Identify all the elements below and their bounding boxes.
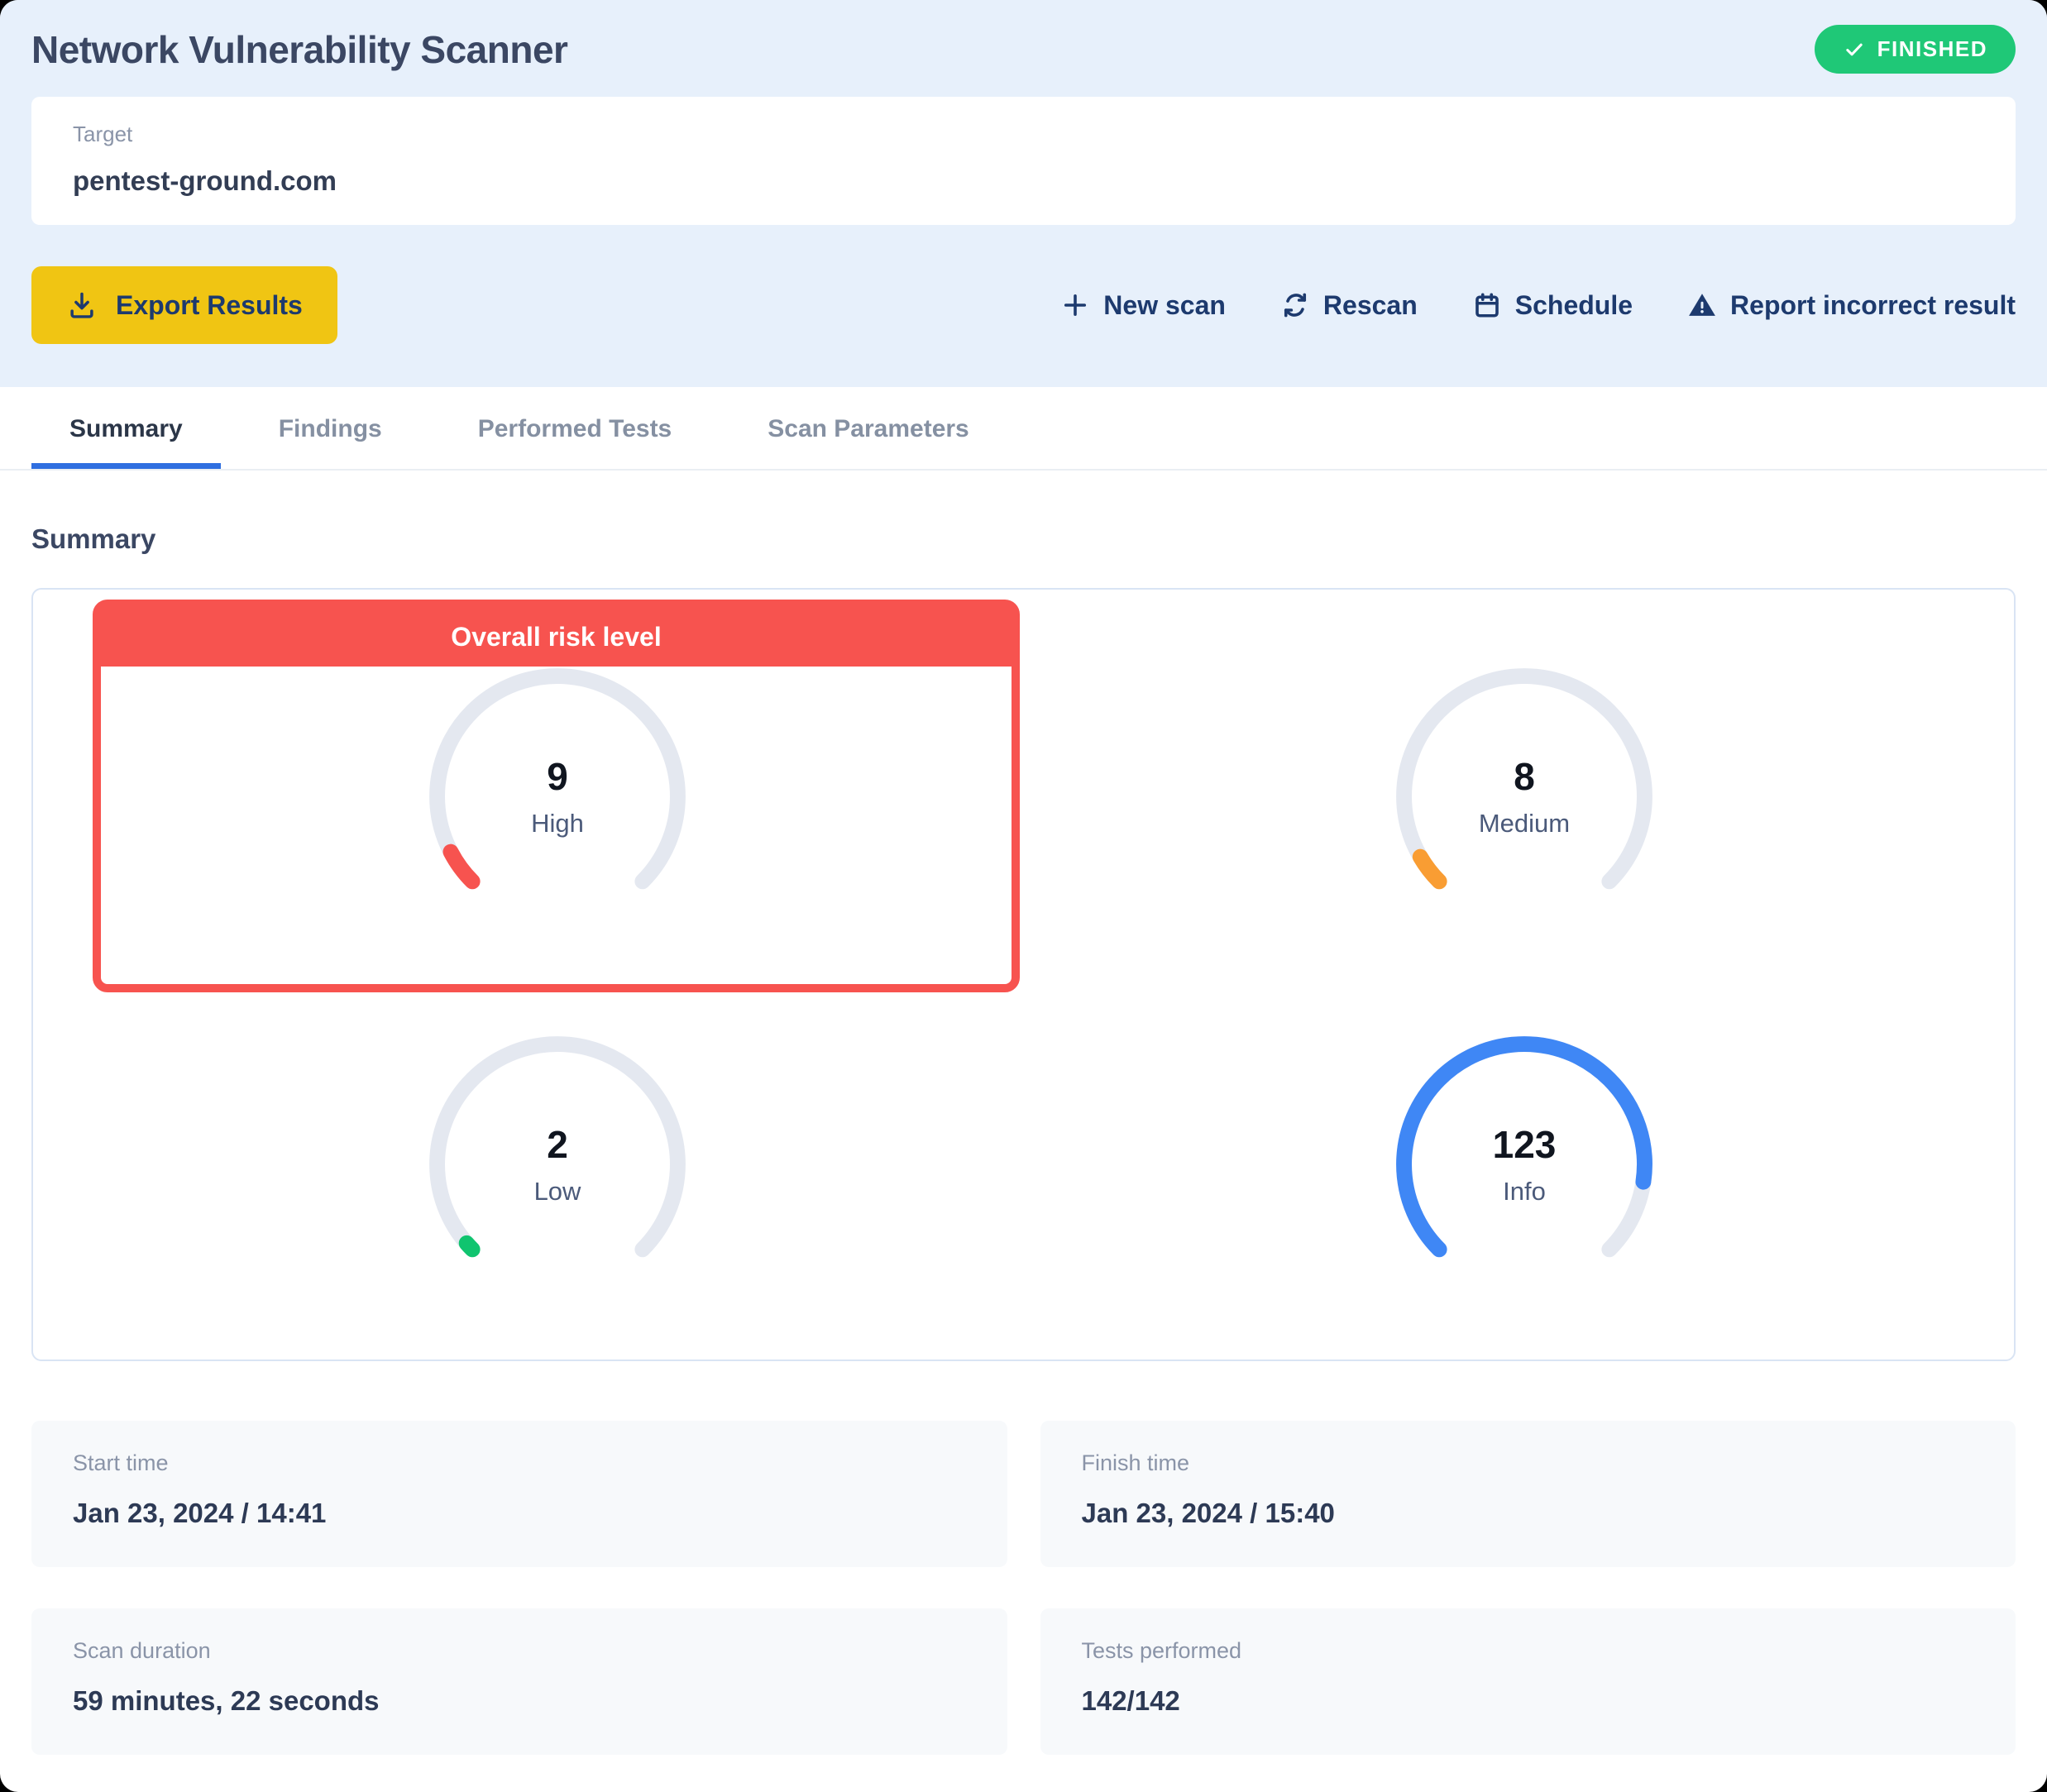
tab-performed-tests[interactable]: Performed Tests — [440, 387, 710, 469]
scan-duration-label: Scan duration — [73, 1638, 966, 1664]
report-incorrect-result-label: Report incorrect result — [1730, 290, 2016, 321]
overall-risk-title: Overall risk level — [100, 607, 1012, 667]
calendar-icon — [1472, 290, 1502, 320]
finish-time-card: Finish time Jan 23, 2024 / 15:40 — [1040, 1421, 2016, 1567]
export-results-button[interactable]: Export Results — [31, 266, 337, 344]
tab-bar: Summary Findings Performed Tests Scan Pa… — [0, 387, 2047, 471]
low-count: 2 — [547, 1122, 568, 1167]
plus-icon — [1060, 290, 1090, 320]
low-label: Low — [534, 1177, 581, 1207]
export-results-label: Export Results — [116, 290, 303, 321]
download-icon — [66, 289, 98, 321]
gauge-high: 9 High — [425, 664, 690, 929]
scan-duration-card: Scan duration 59 minutes, 22 seconds — [31, 1608, 1007, 1755]
status-badge: FINISHED — [1815, 25, 2016, 74]
summary-heading: Summary — [31, 523, 2016, 555]
schedule-label: Schedule — [1515, 290, 1633, 321]
header-section: Network Vulnerability Scanner FINISHED T… — [0, 0, 2047, 387]
finish-time-label: Finish time — [1082, 1450, 1975, 1476]
medium-count: 8 — [1514, 754, 1535, 799]
start-time-value: Jan 23, 2024 / 14:41 — [73, 1498, 966, 1529]
gauge-info: 123 Info — [1392, 1032, 1657, 1297]
info-label: Info — [1503, 1177, 1546, 1207]
new-scan-link[interactable]: New scan — [1060, 290, 1226, 321]
schedule-link[interactable]: Schedule — [1472, 290, 1633, 321]
start-time-card: Start time Jan 23, 2024 / 14:41 — [31, 1421, 1007, 1567]
summary-card: Overall risk level 9 High 8 Medium — [31, 588, 2016, 1361]
start-time-label: Start time — [73, 1450, 966, 1476]
tests-performed-label: Tests performed — [1082, 1638, 1975, 1664]
target-value: pentest-ground.com — [73, 165, 1974, 197]
page-title: Network Vulnerability Scanner — [31, 27, 567, 72]
tests-performed-card: Tests performed 142/142 — [1040, 1608, 2016, 1755]
status-badge-label: FINISHED — [1877, 36, 1987, 62]
info-count: 123 — [1493, 1122, 1557, 1167]
tests-performed-value: 142/142 — [1082, 1685, 1975, 1717]
tab-scan-parameters[interactable]: Scan Parameters — [729, 387, 1007, 469]
scan-duration-value: 59 minutes, 22 seconds — [73, 1685, 966, 1717]
gauge-low: 2 Low — [425, 1032, 690, 1297]
rescan-label: Rescan — [1323, 290, 1418, 321]
medium-label: Medium — [1479, 809, 1570, 839]
tab-findings[interactable]: Findings — [241, 387, 420, 469]
refresh-icon — [1280, 290, 1310, 320]
scanner-window: Network Vulnerability Scanner FINISHED T… — [0, 0, 2047, 1792]
target-label: Target — [73, 122, 1974, 147]
tab-summary[interactable]: Summary — [31, 387, 221, 469]
scan-details: Start time Jan 23, 2024 / 14:41 Finish t… — [31, 1421, 2016, 1755]
rescan-link[interactable]: Rescan — [1280, 290, 1418, 321]
target-box: Target pentest-ground.com — [31, 97, 2016, 225]
finish-time-value: Jan 23, 2024 / 15:40 — [1082, 1498, 1975, 1529]
high-count: 9 — [547, 754, 568, 799]
check-icon — [1843, 38, 1866, 61]
high-label: High — [531, 809, 584, 839]
new-scan-label: New scan — [1103, 290, 1226, 321]
report-incorrect-result-link[interactable]: Report incorrect result — [1687, 290, 2016, 321]
gauge-medium: 8 Medium — [1392, 664, 1657, 929]
warning-icon — [1687, 290, 1717, 320]
